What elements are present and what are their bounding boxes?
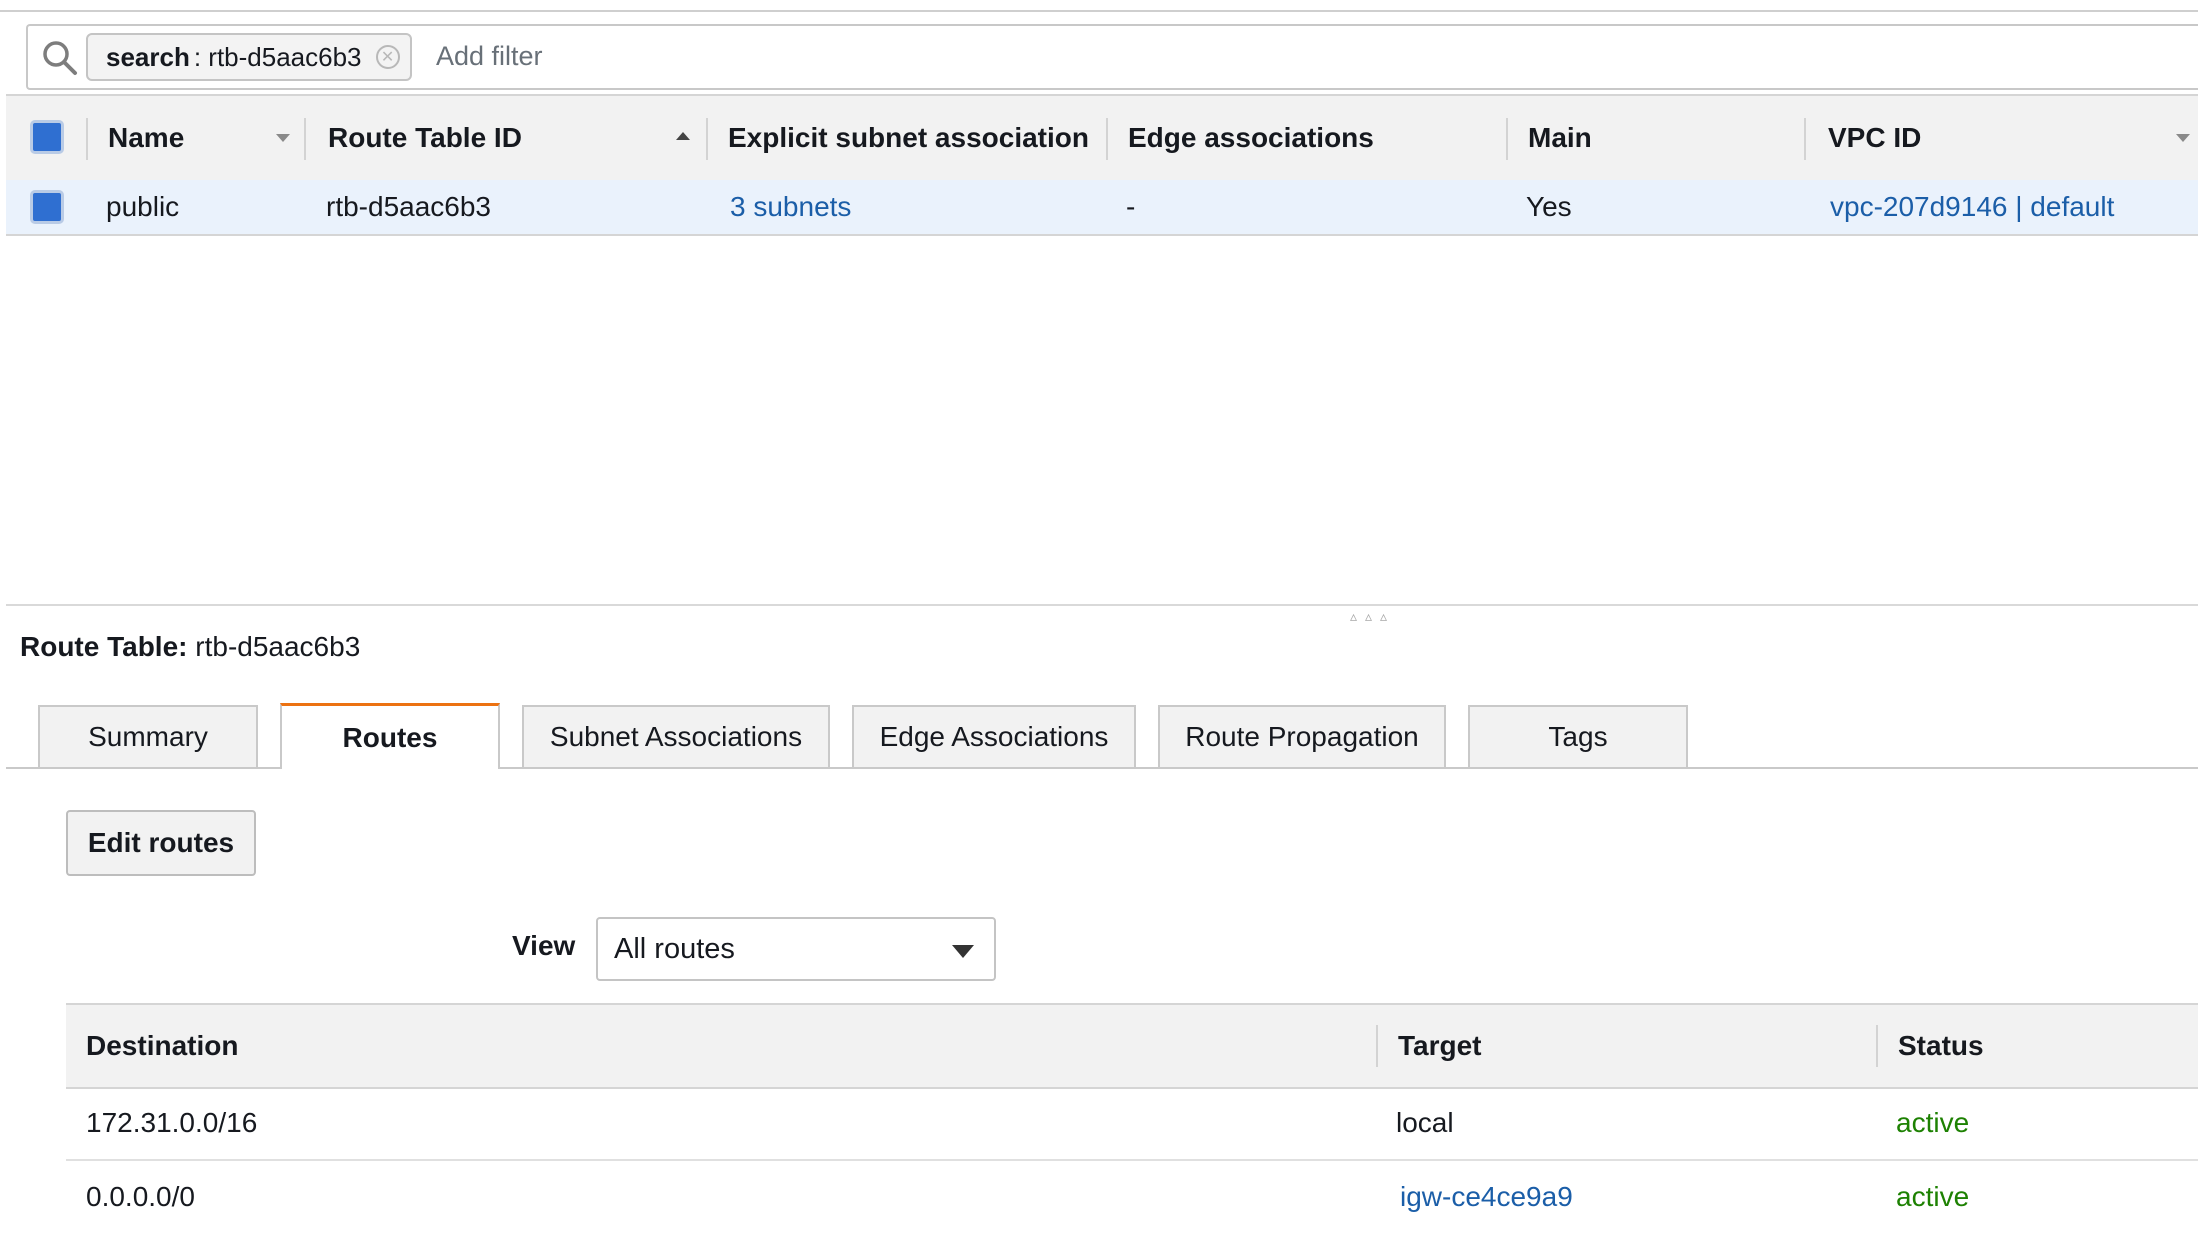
pane-divider[interactable] [6,604,2198,606]
subnets-link[interactable]: 3 subnets [730,180,851,234]
table-row[interactable]: public rtb-d5aac6b3 3 subnets - Yes vpc-… [6,180,2198,236]
cell-name: public [106,191,180,222]
view-select-value: All routes [614,932,735,965]
col-header-main[interactable]: Main [1528,96,1592,180]
sort-caret-down-icon[interactable] [2176,134,2190,142]
col-header-edge-associations[interactable]: Edge associations [1128,96,1374,180]
cell-target: local [1396,1107,1454,1138]
tab-route-propagation[interactable]: Route Propagation [1158,705,1446,767]
filter-token-value: : rtb-d5aac6b3 [193,41,362,72]
filter-token-key: search [106,41,190,72]
col-header-explicit-subnet[interactable]: Explicit subnet association [728,96,1090,180]
cell-destination: 0.0.0.0/0 [86,1181,195,1212]
column-divider[interactable] [706,118,708,160]
cell-route-table-id: rtb-d5aac6b3 [326,191,492,222]
column-divider[interactable] [1804,118,1806,160]
column-divider[interactable] [1106,118,1108,160]
search-icon [43,41,77,75]
edit-routes-button[interactable]: Edit routes [66,810,256,876]
tab-edge-associations[interactable]: Edge Associations [852,705,1136,767]
route-tables-header: Name Route Table ID Explicit subnet asso… [6,94,2198,182]
cell-main: Yes [1526,191,1572,222]
select-all-checkbox[interactable] [30,120,64,154]
column-divider[interactable] [1876,1025,1878,1067]
detail-title-value: rtb-d5aac6b3 [195,631,361,662]
tab-summary[interactable]: Summary [38,705,258,767]
cell-status: active [1896,1107,1970,1138]
filter-bar: search : rtb-d5aac6b3 ✕ Add filter [0,10,2198,98]
detail-title: Route Table: rtb-d5aac6b3 [20,630,360,664]
table-row: 0.0.0.0/0 igw-ce4ce9a9 active [66,1161,2198,1233]
view-select[interactable]: All routes [596,917,996,981]
col-header-status[interactable]: Status [1898,1005,1984,1087]
col-header-destination[interactable]: Destination [86,1005,238,1087]
checkbox-checked-icon [30,120,64,154]
vpc-link[interactable]: vpc-207d9146 | default [1830,180,2114,234]
column-divider[interactable] [304,118,306,160]
column-divider[interactable] [1506,118,1508,160]
sort-caret-up-icon[interactable] [676,132,690,140]
cell-edge-associations: - [1126,191,1136,222]
tab-tags[interactable]: Tags [1468,705,1688,767]
view-label: View [512,930,576,961]
tab-routes[interactable]: Routes [280,703,500,769]
table-row: 172.31.0.0/16 local active [66,1087,2198,1161]
chevron-down-icon [952,945,974,958]
igw-link[interactable]: igw-ce4ce9a9 [1400,1161,1573,1233]
detail-title-label: Route Table: [20,631,188,662]
remove-filter-icon[interactable]: ✕ [375,45,400,69]
search-filter-box[interactable]: search : rtb-d5aac6b3 ✕ Add filter [26,24,2198,90]
add-filter-input[interactable]: Add filter [436,38,543,74]
resize-grip-icon[interactable]: ▵▵▵ [1350,608,1395,625]
col-header-target[interactable]: Target [1398,1005,1482,1087]
routes-header: Destination Target Status [66,1003,2198,1089]
filter-token[interactable]: search : rtb-d5aac6b3 ✕ [86,33,412,81]
column-divider[interactable] [1376,1025,1378,1067]
sort-caret-down-icon[interactable] [276,134,290,142]
col-header-route-table-id[interactable]: Route Table ID [328,96,522,180]
col-header-name[interactable]: Name [108,96,184,180]
col-header-vpc-id[interactable]: VPC ID [1828,96,1921,180]
column-divider[interactable] [86,118,88,160]
tab-subnet-associations[interactable]: Subnet Associations [522,705,830,767]
checkbox-checked-icon [30,190,64,224]
cell-destination: 172.31.0.0/16 [86,1107,258,1138]
row-checkbox[interactable] [30,190,64,224]
cell-status: active [1896,1181,1970,1212]
